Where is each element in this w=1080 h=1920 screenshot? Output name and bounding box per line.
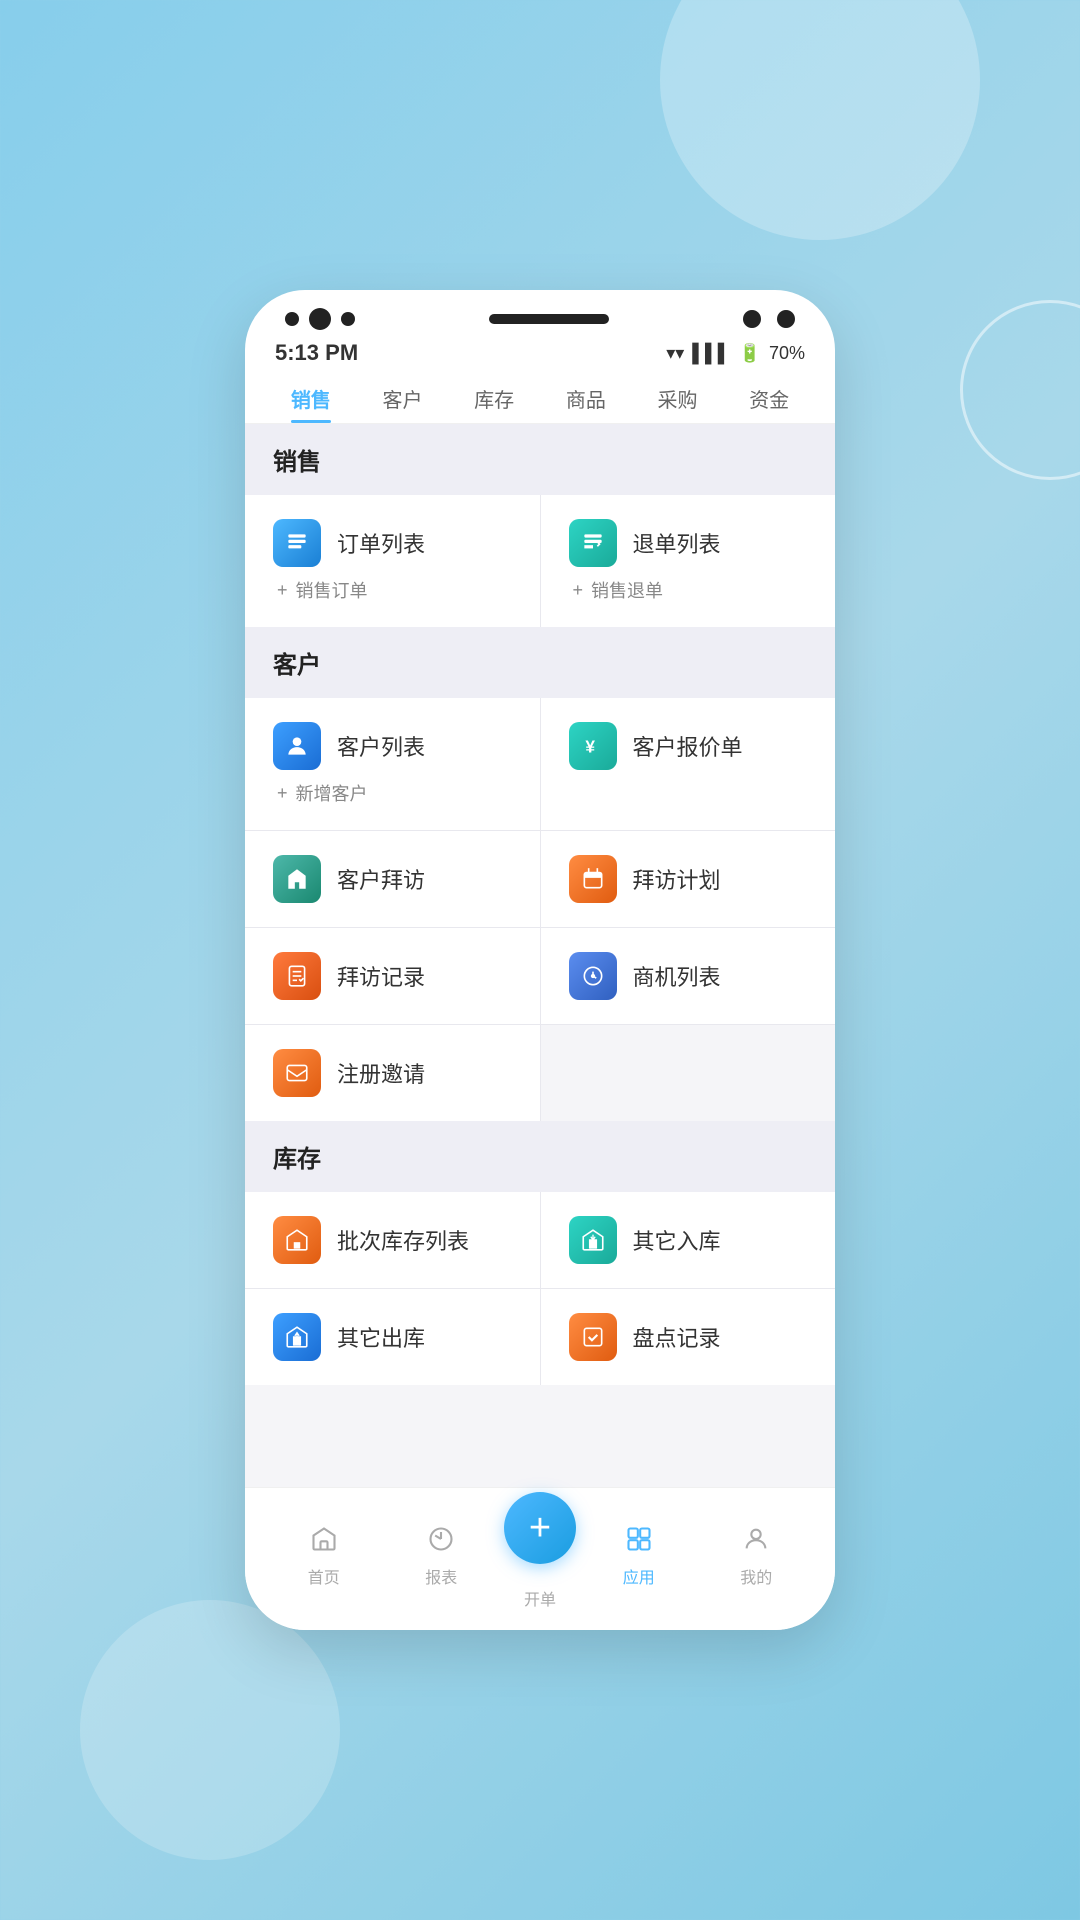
visit-plan-label: 拜访计划	[633, 863, 721, 895]
tab-purchase[interactable]: 采购	[632, 374, 724, 423]
deco-circle-top	[660, 0, 980, 240]
check-record-label: 盘点记录	[633, 1321, 721, 1353]
customer-list-label: 客户列表	[337, 730, 425, 762]
nav-mine-label: 我的	[740, 1564, 772, 1588]
status-bar: 5:13 PM ▾▾ ▌▌▌ 🔋 70%	[245, 330, 835, 374]
sales-grid: 订单列表 +销售订单 退单列表 +销售退单	[245, 495, 835, 627]
cell-visit-plan[interactable]: 拜访计划	[541, 831, 836, 927]
customer-list-icon	[273, 722, 321, 770]
biz-list-icon	[569, 952, 617, 1000]
app-icon	[625, 1525, 653, 1560]
deco-arc-right	[960, 300, 1080, 480]
dot-3	[341, 312, 355, 326]
sensor-1	[743, 310, 761, 328]
reg-invite-icon	[273, 1049, 321, 1097]
mine-icon	[742, 1525, 770, 1560]
visit-plan-icon	[569, 855, 617, 903]
status-time: 5:13 PM	[275, 340, 358, 366]
sensor-area	[743, 310, 795, 328]
dot-2	[309, 308, 331, 330]
cell-reg-invite[interactable]: 注册邀请	[245, 1025, 540, 1121]
cell-batch-stock[interactable]: 批次库存列表	[245, 1192, 540, 1288]
bottom-spacer	[245, 1385, 835, 1415]
section-header-stock: 库存	[245, 1121, 835, 1192]
tab-customer[interactable]: 客户	[357, 374, 449, 423]
nav-home-label: 首页	[308, 1564, 340, 1588]
other-in-icon	[569, 1216, 617, 1264]
other-in-label: 其它入库	[633, 1224, 721, 1256]
tab-nav: 销售 客户 库存 商品 采购 资金	[245, 374, 835, 424]
refund-list-action[interactable]: +销售退单	[569, 577, 808, 603]
customer-quote-label: 客户报价单	[633, 730, 743, 762]
batch-stock-icon	[273, 1216, 321, 1264]
customer-quote-icon: ¥	[569, 722, 617, 770]
wifi-icon: ▾▾	[666, 343, 684, 364]
biz-list-label: 商机列表	[633, 960, 721, 992]
cell-check-record[interactable]: 盘点记录	[541, 1289, 836, 1385]
camera-area	[285, 308, 355, 330]
section-header-sales: 销售	[245, 424, 835, 495]
customer-visit-label: 客户拜访	[337, 863, 425, 895]
nav-mine[interactable]: 我的	[698, 1525, 816, 1588]
visit-record-label: 拜访记录	[337, 960, 425, 992]
reg-invite-label: 注册邀请	[337, 1057, 425, 1089]
deco-circle-bottom	[80, 1600, 340, 1860]
visit-record-icon	[273, 952, 321, 1000]
nav-app-label: 应用	[623, 1564, 655, 1588]
svg-text:¥: ¥	[585, 737, 595, 757]
stock-grid: 批次库存列表 其它入库 其它出库	[245, 1192, 835, 1385]
battery-level: 70%	[769, 343, 805, 364]
batch-stock-label: 批次库存列表	[337, 1224, 469, 1256]
cell-visit-record[interactable]: 拜访记录	[245, 928, 540, 1024]
status-icons: ▾▾ ▌▌▌ 🔋 70%	[666, 343, 805, 364]
refund-list-icon	[569, 519, 617, 567]
refund-list-label: 退单列表	[633, 527, 721, 559]
section-title-stock: 库存	[273, 1146, 321, 1173]
tab-stock[interactable]: 库存	[448, 374, 540, 423]
phone-notch	[245, 290, 835, 330]
cell-customer-quote[interactable]: ¥ 客户报价单	[541, 698, 836, 830]
order-list-icon	[273, 519, 321, 567]
other-out-icon	[273, 1313, 321, 1361]
sensor-2	[777, 310, 795, 328]
cell-other-in[interactable]: 其它入库	[541, 1192, 836, 1288]
other-out-label: 其它出库	[337, 1321, 425, 1353]
phone-shell: 5:13 PM ▾▾ ▌▌▌ 🔋 70% 销售 客户 库存 商品 采购 资金 销…	[245, 290, 835, 1630]
tab-finance[interactable]: 资金	[723, 374, 815, 423]
dot-1	[285, 312, 299, 326]
section-title-sales: 销售	[273, 449, 321, 476]
cell-biz-list[interactable]: 商机列表	[541, 928, 836, 1024]
cell-empty-customer	[541, 1025, 836, 1121]
report-icon	[427, 1525, 455, 1560]
tab-goods[interactable]: 商品	[540, 374, 632, 423]
signal-icon: ▌▌▌	[692, 343, 730, 364]
cell-other-out[interactable]: 其它出库	[245, 1289, 540, 1385]
check-record-icon	[569, 1313, 617, 1361]
bottom-nav: 首页 报表 + 开单 应用 我的	[245, 1487, 835, 1630]
nav-open-label: 开单	[524, 1586, 556, 1610]
battery-icon: 🔋	[739, 343, 761, 364]
nav-report[interactable]: 报表	[383, 1525, 501, 1588]
section-title-customer: 客户	[273, 652, 321, 679]
nav-app[interactable]: 应用	[580, 1525, 698, 1588]
cell-customer-list[interactable]: 客户列表 +新增客户	[245, 698, 540, 830]
section-header-customer: 客户	[245, 627, 835, 698]
cell-refund-list[interactable]: 退单列表 +销售退单	[541, 495, 836, 627]
order-list-action[interactable]: +销售订单	[273, 577, 512, 603]
main-content: 销售 订单列表 +销售订单 退单列表	[245, 424, 835, 1487]
customer-grid: 客户列表 +新增客户 ¥ 客户报价单	[245, 698, 835, 1121]
fab-button[interactable]: +	[504, 1492, 576, 1564]
nav-open[interactable]: + 开单	[500, 1502, 580, 1610]
customer-list-action[interactable]: +新增客户	[273, 780, 512, 806]
cell-customer-visit[interactable]: 客户拜访	[245, 831, 540, 927]
order-list-label: 订单列表	[337, 527, 425, 559]
nav-home[interactable]: 首页	[265, 1525, 383, 1588]
home-icon	[310, 1525, 338, 1560]
customer-visit-icon	[273, 855, 321, 903]
tab-sales[interactable]: 销售	[265, 374, 357, 423]
nav-report-label: 报表	[425, 1564, 457, 1588]
cell-order-list[interactable]: 订单列表 +销售订单	[245, 495, 540, 627]
speaker	[489, 314, 609, 324]
